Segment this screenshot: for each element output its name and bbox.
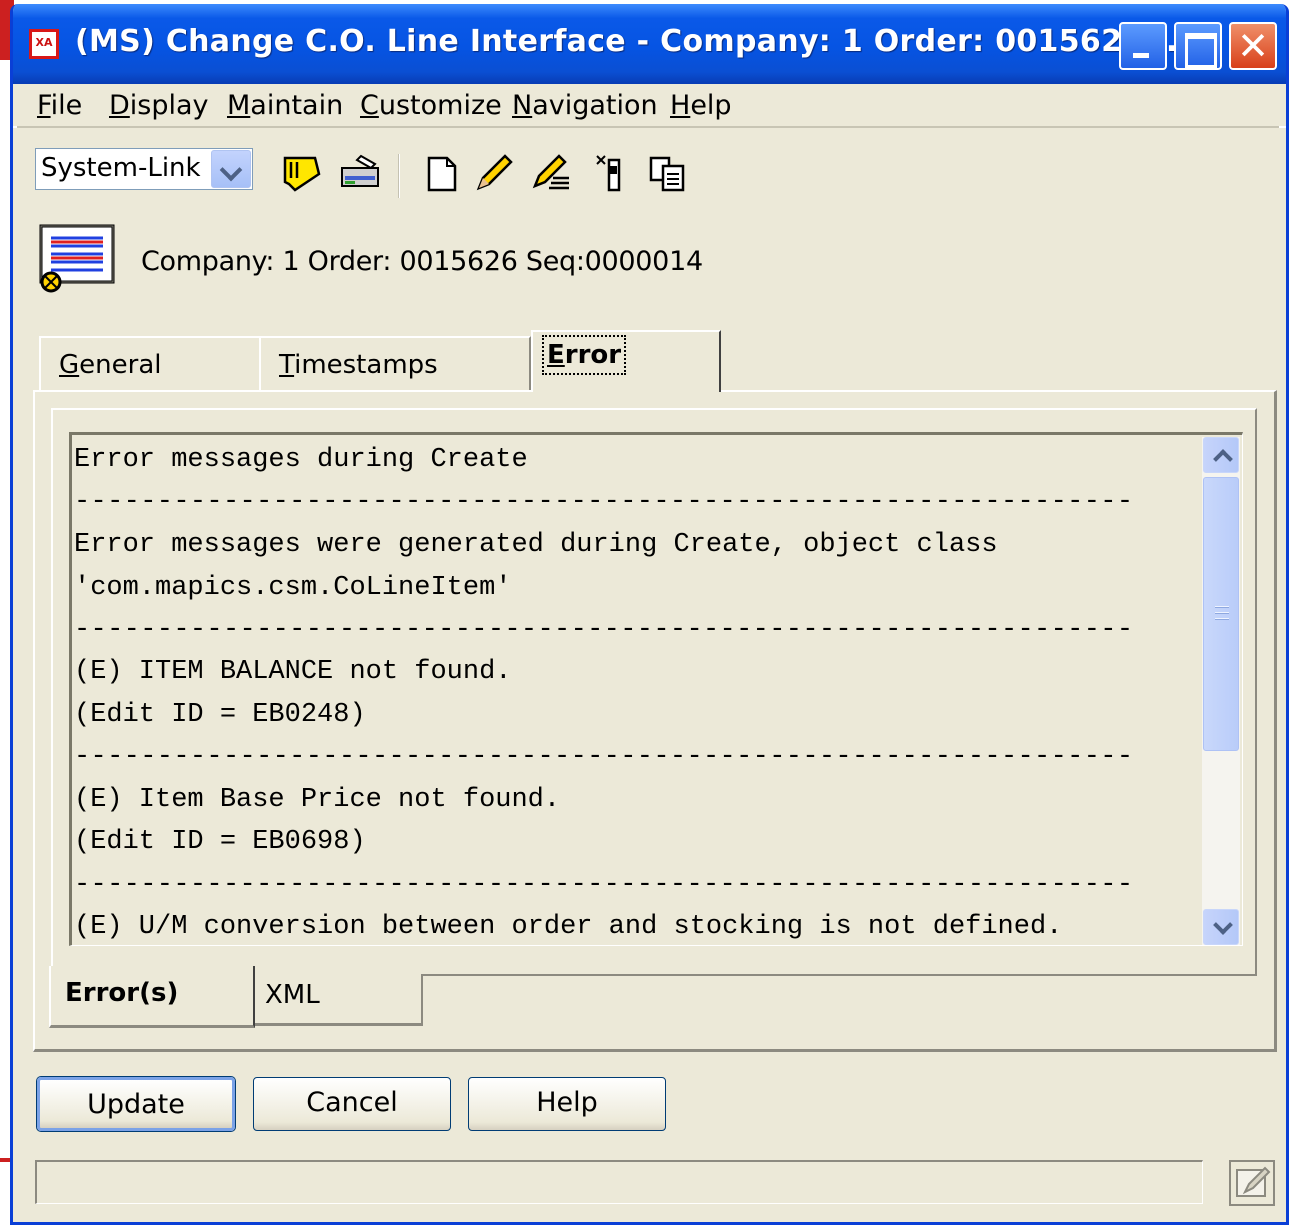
document-list-icon — [39, 224, 115, 293]
error-line: (E) Item Base Price not found. — [74, 785, 561, 815]
tab-general[interactable]: General — [39, 336, 261, 392]
separator-line: ----------------------------------------… — [74, 742, 1134, 772]
status-edit-icon[interactable] — [1229, 1160, 1275, 1206]
error-line: (Edit ID = EB0698) — [74, 827, 366, 857]
error-text-panel: Error messages during Create -----------… — [51, 408, 1257, 976]
combo-value: System-Link — [41, 153, 201, 183]
menu-customize[interactable]: Customize — [360, 90, 502, 121]
properties-icon[interactable] — [591, 152, 633, 194]
tab-general-label: General — [59, 350, 162, 380]
tab-timestamps-label: Timestamps — [279, 350, 438, 380]
maximize-button[interactable] — [1174, 22, 1222, 70]
dialog-window: XA (MS) Change C.O. Line Interface - Com… — [10, 4, 1289, 1225]
subtab-errors-label: Error(s) — [65, 978, 179, 1008]
error-tab-panel: Error messages during Create -----------… — [33, 390, 1277, 1052]
tab-timestamps[interactable]: Timestamps — [259, 336, 531, 392]
edit-disabled-icon — [1236, 1166, 1271, 1197]
error-line: (Edit ID = EB0248) — [74, 700, 366, 730]
subtab-errors[interactable]: Error(s) — [49, 966, 255, 1028]
cancel-button[interactable]: Cancel — [253, 1077, 451, 1131]
window-title: (MS) Change C.O. Line Interface - Compan… — [75, 24, 1190, 59]
help-button[interactable]: Help — [468, 1077, 666, 1131]
grip-line — [1215, 618, 1229, 620]
menu-display[interactable]: Display — [109, 90, 209, 121]
record-info: Company: 1 Order: 0015626 Seq:0000014 — [141, 246, 703, 277]
error-line: (E) ITEM BALANCE not found. — [74, 657, 512, 687]
error-line: 'com.mapics.csm.CoLineItem' — [74, 573, 512, 603]
close-icon: ✕ — [1237, 24, 1269, 68]
minimize-button[interactable] — [1119, 22, 1167, 70]
subtab-xml[interactable]: XML — [255, 974, 423, 1026]
app-icon: XA — [29, 29, 59, 59]
vertical-scrollbar[interactable] — [1202, 437, 1240, 945]
error-line: Error messages were generated during Cre… — [74, 530, 998, 560]
subtab-xml-label: XML — [265, 980, 320, 1010]
menu-navigation[interactable]: Navigation — [512, 90, 658, 121]
separator-line: ----------------------------------------… — [74, 870, 1134, 900]
status-bar — [35, 1160, 1203, 1204]
update-button[interactable]: Update — [37, 1077, 235, 1131]
system-link-combo[interactable]: System-Link — [35, 148, 253, 190]
scrollbar-thumb[interactable] — [1203, 477, 1239, 751]
menu-file[interactable]: File — [37, 90, 82, 121]
title-bar[interactable]: XA (MS) Change C.O. Line Interface - Com… — [13, 4, 1286, 84]
error-line: Error messages during Create — [74, 445, 528, 475]
grip-line — [1215, 612, 1229, 614]
close-button[interactable]: ✕ — [1229, 22, 1277, 70]
tab-error-label: Error — [541, 335, 627, 375]
scroll-up-icon[interactable] — [1203, 437, 1239, 473]
grip-line — [1215, 606, 1229, 608]
menu-help[interactable]: Help — [670, 90, 732, 121]
tab-error[interactable]: Error — [531, 330, 721, 392]
error-line: (E) U/M conversion between order and sto… — [74, 912, 1063, 942]
new-document-icon[interactable] — [421, 152, 463, 194]
menu-bar: File Display Maintain Customize Navigati… — [13, 84, 1286, 128]
separator-line: ----------------------------------------… — [74, 615, 1134, 645]
chevron-down-icon[interactable] — [211, 150, 251, 188]
menu-maintain[interactable]: Maintain — [227, 90, 343, 121]
separator-line: ----------------------------------------… — [74, 487, 1134, 517]
print-icon[interactable] — [339, 152, 381, 194]
toolbar-separator — [398, 154, 400, 198]
scroll-down-icon[interactable] — [1203, 909, 1239, 945]
toolbar-divider — [17, 126, 1279, 128]
bookmark-icon[interactable] — [281, 152, 323, 194]
edit-pencil-icon[interactable] — [473, 152, 515, 194]
edit-list-icon[interactable] — [531, 152, 573, 194]
error-messages-textarea[interactable]: Error messages during Create -----------… — [69, 432, 1243, 946]
copy-icon[interactable] — [647, 152, 689, 194]
